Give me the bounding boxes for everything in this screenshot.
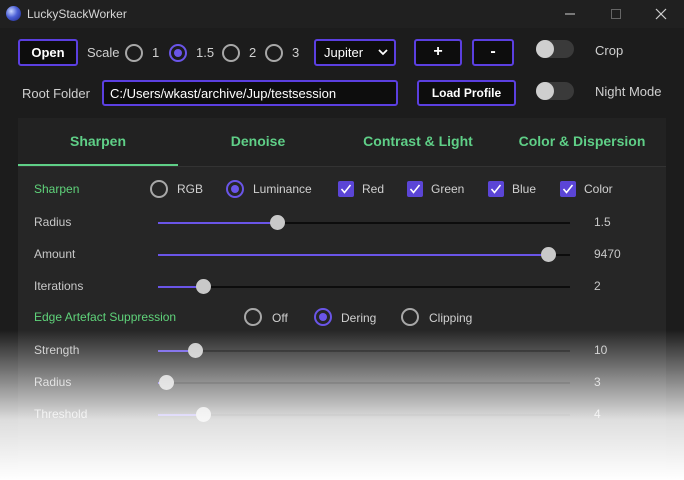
- channel-label: Red: [362, 182, 385, 196]
- threshold-slider[interactable]: [158, 407, 570, 422]
- check-icon: [562, 184, 574, 194]
- scale-radio-1-5[interactable]: [169, 44, 187, 62]
- slider-fill: [158, 254, 549, 256]
- scale-option-label: 1: [152, 45, 160, 60]
- radius-slider[interactable]: [158, 215, 570, 230]
- mode-radio-luminance[interactable]: [226, 180, 244, 198]
- red-checkbox[interactable]: [338, 181, 354, 197]
- crop-toggle[interactable]: [536, 40, 574, 58]
- scale-option-label: 1.5: [196, 45, 215, 60]
- slider-label: Radius: [34, 375, 72, 389]
- tab-denoise[interactable]: Denoise: [178, 118, 338, 166]
- strength-slider[interactable]: [158, 343, 570, 358]
- slider-label: Threshold: [34, 407, 88, 421]
- edge-radio-off[interactable]: [244, 308, 262, 326]
- tab-color-dispersion[interactable]: Color & Dispersion: [498, 118, 666, 166]
- maximize-button[interactable]: [593, 0, 639, 28]
- green-checkbox[interactable]: [407, 181, 423, 197]
- slider-fill: [158, 222, 278, 224]
- edge-option-label: Clipping: [429, 311, 473, 325]
- strength-value: 10: [594, 343, 608, 357]
- color-checkbox[interactable]: [560, 181, 576, 197]
- edge-radio-clipping[interactable]: [401, 308, 419, 326]
- settings-panel: Sharpen Denoise Contrast & Light Color &…: [18, 118, 666, 480]
- edge-radius-value: 3: [594, 375, 601, 389]
- root-folder-label: Root Folder: [22, 86, 90, 101]
- check-icon: [409, 184, 421, 194]
- slider-label: Iterations: [34, 279, 84, 293]
- plus-button[interactable]: +: [414, 39, 462, 66]
- check-icon: [340, 184, 352, 194]
- toggle-knob: [536, 40, 554, 58]
- iterations-value: 2: [594, 279, 601, 293]
- title-bar: LuckyStackWorker: [0, 0, 684, 28]
- window-title: LuckyStackWorker: [27, 7, 127, 21]
- channel-label: Green: [431, 182, 465, 196]
- slider-thumb[interactable]: [541, 247, 557, 262]
- load-profile-button[interactable]: Load Profile: [417, 80, 516, 106]
- mode-radio-rgb[interactable]: [150, 180, 168, 198]
- slider-label: Radius: [34, 215, 72, 229]
- edge-section-label: Edge Artefact Suppression: [34, 310, 177, 324]
- chevron-down-icon: [378, 49, 388, 56]
- scale-radio-3[interactable]: [265, 44, 283, 62]
- maximize-icon: [611, 9, 621, 19]
- edge-radius-slider[interactable]: [158, 375, 570, 390]
- planet-select[interactable]: Jupiter: [314, 39, 396, 66]
- tab-sharpen[interactable]: Sharpen: [18, 118, 178, 166]
- crop-label: Crop: [595, 43, 624, 58]
- amount-value: 9470: [594, 247, 621, 261]
- minimize-icon: [565, 13, 575, 15]
- close-icon: [655, 8, 667, 20]
- mode-label: Luminance: [253, 182, 312, 196]
- minus-button[interactable]: -: [472, 39, 514, 66]
- threshold-value: 4: [594, 407, 601, 421]
- slider-thumb[interactable]: [159, 375, 175, 390]
- edge-option-label: Off: [272, 311, 288, 325]
- mode-label: RGB: [177, 182, 204, 196]
- iterations-slider[interactable]: [158, 279, 570, 294]
- sharpen-section-label: Sharpen: [34, 182, 80, 196]
- night-mode-toggle[interactable]: [536, 82, 574, 100]
- slider-thumb[interactable]: [196, 279, 212, 294]
- scale-option-label: 2: [249, 45, 257, 60]
- scale-radio-1[interactable]: [125, 44, 143, 62]
- edge-radio-dering[interactable]: [314, 308, 332, 326]
- toggle-knob: [536, 82, 554, 100]
- radius-value: 1.5: [594, 215, 611, 229]
- close-button[interactable]: [638, 0, 684, 28]
- tab-bar: Sharpen Denoise Contrast & Light Color &…: [18, 118, 666, 167]
- scale-option-label: 3: [292, 45, 300, 60]
- scale-label: Scale: [87, 45, 120, 60]
- channel-label: Blue: [512, 182, 537, 196]
- check-icon: [490, 184, 502, 194]
- amount-slider[interactable]: [158, 247, 570, 262]
- blue-checkbox[interactable]: [488, 181, 504, 197]
- minimize-button[interactable]: [547, 0, 593, 28]
- app-window: LuckyStackWorker Open Scale 1 1.5 2 3 Ju…: [0, 0, 684, 480]
- planet-select-value: Jupiter: [324, 45, 364, 60]
- scale-radio-2[interactable]: [222, 44, 240, 62]
- slider-thumb[interactable]: [188, 343, 204, 358]
- slider-label: Amount: [34, 247, 76, 261]
- slider-label: Strength: [34, 343, 80, 357]
- slider-thumb[interactable]: [270, 215, 286, 230]
- tab-contrast-light[interactable]: Contrast & Light: [338, 118, 498, 166]
- night-mode-label: Night Mode: [595, 84, 662, 99]
- root-folder-input[interactable]: C:/Users/wkast/archive/Jup/testsession: [102, 80, 398, 106]
- app-logo-icon: [6, 6, 21, 21]
- edge-option-label: Dering: [341, 311, 377, 325]
- slider-thumb[interactable]: [196, 407, 212, 422]
- channel-label: Color: [584, 182, 613, 196]
- open-button[interactable]: Open: [18, 39, 78, 66]
